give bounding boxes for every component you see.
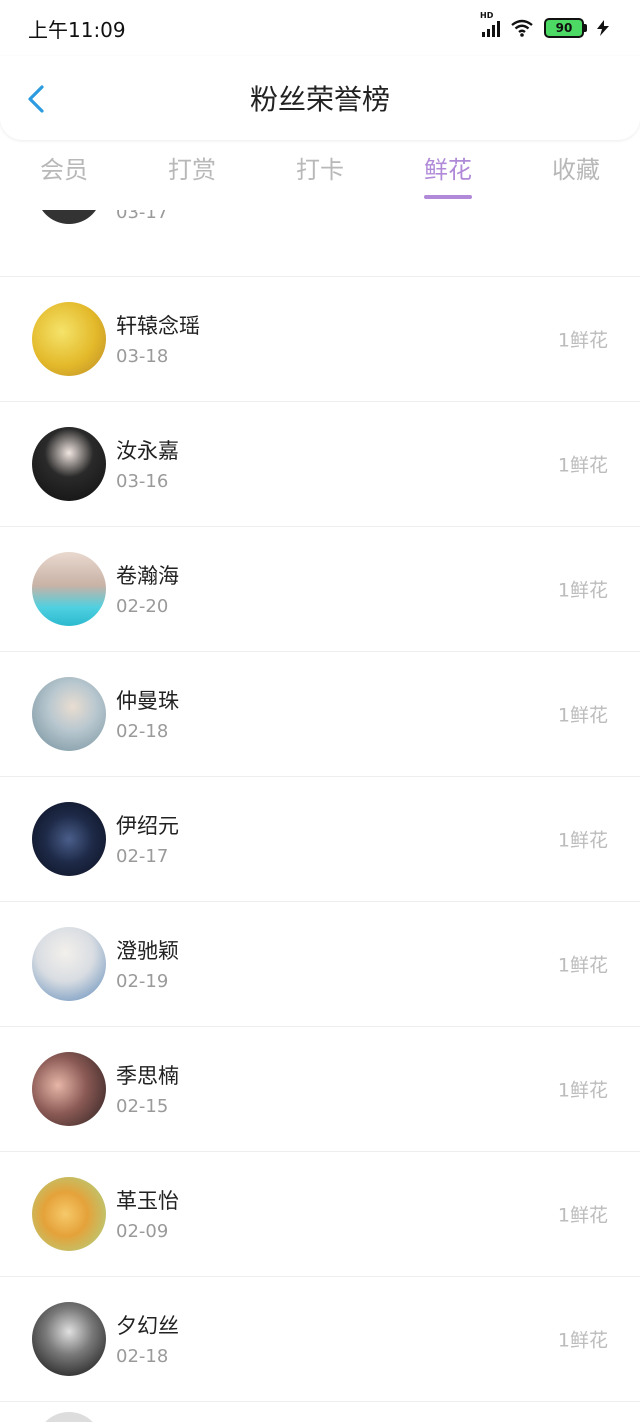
tab-rewards[interactable]: 打赏 <box>168 150 216 202</box>
network-badge: HD <box>480 11 494 20</box>
battery-icon: 90 <box>544 18 587 38</box>
status-time: 上午11:09 <box>28 17 126 42</box>
tab-favorites[interactable]: 收藏 <box>552 150 600 202</box>
back-arrow-icon[interactable] <box>22 84 52 114</box>
flower-count: 1鲜花 <box>557 954 608 977</box>
avatar <box>36 210 102 224</box>
status-icons: HD 90 <box>480 11 612 38</box>
list-item[interactable]: 仲曼珠 02-18 1鲜花 <box>0 652 640 777</box>
fan-list: 轩辕念瑶 03-18 1鲜花 汝永嘉 03-16 1鲜花 卷瀚海 02-20 1… <box>0 226 640 1402</box>
tab-checkin[interactable]: 打卡 <box>296 150 344 202</box>
tab-members[interactable]: 会员 <box>40 150 88 202</box>
list-item[interactable]: 澄驰颖 02-19 1鲜花 <box>0 902 640 1027</box>
tab-label: 打赏 <box>168 156 216 184</box>
list-item[interactable]: 汝永嘉 03-16 1鲜花 <box>0 402 640 527</box>
avatar <box>32 1052 106 1126</box>
list-item[interactable]: 轩辕念瑶 03-18 1鲜花 <box>0 277 640 402</box>
avatar <box>32 427 106 501</box>
title-bar: 粉丝荣誉榜 <box>0 56 640 140</box>
tab-label: 鲜花 <box>424 156 472 184</box>
tab-label: 会员 <box>40 156 88 184</box>
status-bar: 上午11:09 HD 90 <box>0 0 640 56</box>
avatar <box>36 1412 102 1422</box>
avatar <box>32 802 106 876</box>
flower-count: 1鲜花 <box>557 1329 608 1352</box>
flower-count: 1鲜花 <box>557 829 608 852</box>
list-item[interactable]: 季思楠 02-15 1鲜花 <box>0 1027 640 1152</box>
tab-label: 收藏 <box>552 156 600 184</box>
tab-label: 打卡 <box>296 156 344 184</box>
wifi-icon <box>511 19 533 37</box>
tab-flowers[interactable]: 鲜花 <box>424 150 472 202</box>
flower-count: 1鲜花 <box>557 329 608 352</box>
partial-list-item <box>0 1400 640 1422</box>
list-item[interactable]: 卷瀚海 02-20 1鲜花 <box>0 527 640 652</box>
flower-count: 1鲜花 <box>557 579 608 602</box>
item-date: 03-17 <box>116 210 169 223</box>
cellular-signal-icon: HD <box>480 11 500 37</box>
flower-count: 1鲜花 <box>557 454 608 477</box>
list-item[interactable]: 伊绍元 02-17 1鲜花 <box>0 777 640 902</box>
avatar <box>32 1302 106 1376</box>
active-tab-indicator <box>424 195 472 199</box>
page-title: 粉丝荣誉榜 <box>249 83 390 116</box>
battery-level: 90 <box>555 21 573 35</box>
avatar <box>32 552 106 626</box>
flower-count: 1鲜花 <box>557 704 608 727</box>
avatar <box>32 1177 106 1251</box>
avatar <box>32 927 106 1001</box>
charging-icon <box>597 20 609 36</box>
flower-count: 1鲜花 <box>557 1204 608 1227</box>
flower-count: 1鲜花 <box>557 1079 608 1102</box>
avatar <box>32 302 106 376</box>
list-item[interactable]: 夕幻丝 02-18 1鲜花 <box>0 1277 640 1402</box>
avatar <box>32 677 106 751</box>
list-item[interactable]: 革玉怡 02-09 1鲜花 <box>0 1152 640 1277</box>
tab-bar: 会员 打赏 打卡 鲜花 收藏 <box>0 150 640 210</box>
